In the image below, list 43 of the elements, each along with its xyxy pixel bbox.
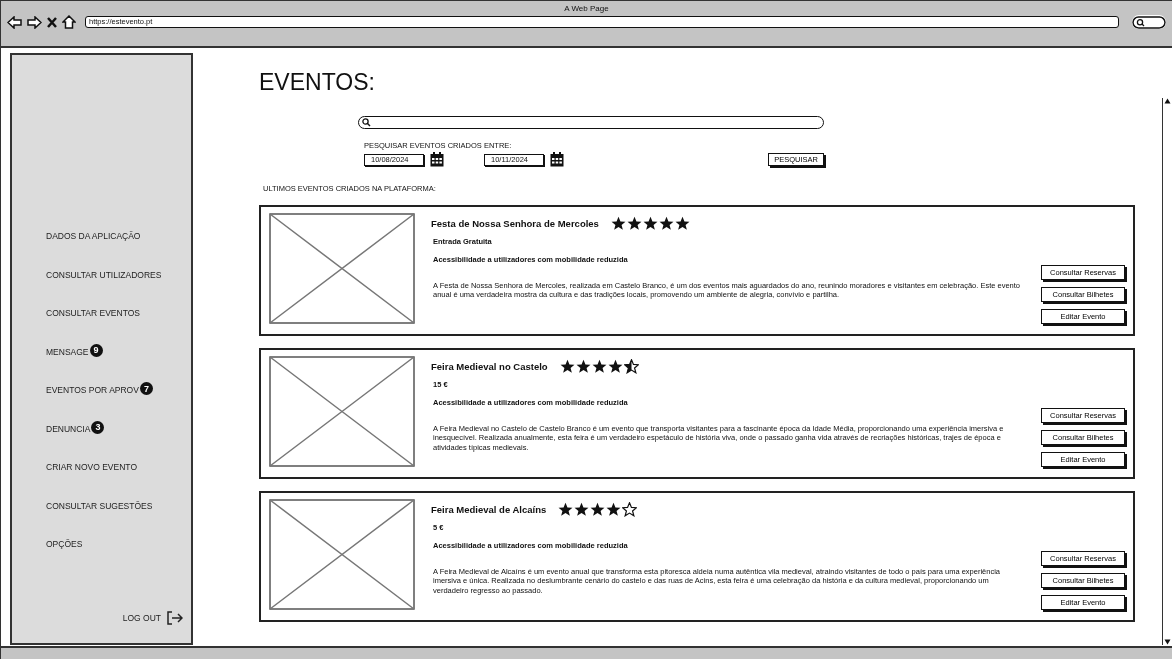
count-badge: 7 [139, 382, 153, 395]
sidebar-item[interactable]: OPÇÕES [46, 539, 83, 549]
page-heading: EVENTOS: [259, 71, 376, 94]
star-icon [591, 359, 607, 374]
sidebar-item[interactable]: CONSULTAR UTILIZADORES [46, 269, 162, 280]
star-icon [658, 216, 674, 231]
star-icon [574, 502, 590, 517]
window-title: A Web Page [564, 4, 609, 13]
star-icon [558, 502, 574, 517]
star-icon [610, 216, 626, 231]
star-icon [559, 359, 575, 374]
sidebar-item[interactable]: CONSULTAR EVENTOS [46, 308, 140, 318]
count-badge: 9 [89, 343, 103, 357]
star-icon [606, 502, 622, 517]
sidebar-item[interactable]: CONSULTAR SUGESTÕES [46, 500, 153, 511]
search-icon [362, 118, 371, 127]
sidebar-item[interactable]: DADOS DA APLICAÇÃO [46, 231, 141, 241]
star-icon [590, 502, 606, 517]
sidebar-item[interactable]: EVENTOS POR APROV [46, 385, 139, 395]
forward-icon[interactable] [27, 15, 42, 29]
close-icon[interactable] [47, 16, 57, 28]
star-icon [575, 359, 591, 374]
search-icon[interactable] [1132, 15, 1166, 29]
scroll-up-icon[interactable] [1164, 98, 1171, 104]
scrollbar[interactable] [1162, 98, 1172, 645]
sidebar-item[interactable]: DENUNCIA [46, 423, 91, 434]
star-icon [674, 216, 690, 231]
calendar-icon[interactable] [550, 152, 564, 167]
calendar-icon[interactable] [430, 152, 444, 167]
event-title: Feira Medieval no Castelo [431, 361, 548, 372]
back-icon[interactable] [7, 15, 22, 29]
count-badge: 3 [91, 420, 105, 434]
home-icon[interactable] [62, 15, 76, 29]
logout-icon [167, 611, 183, 625]
star-icon [642, 216, 658, 231]
logout-button[interactable]: LOG OUT [122, 611, 183, 625]
star-outline-icon [622, 502, 638, 517]
star-icon [626, 216, 642, 231]
sidebar-item[interactable]: CRIAR NOVO EVENTO [46, 462, 137, 472]
half-star-icon [623, 359, 639, 374]
sidebar-item[interactable]: MENSAGE [46, 346, 89, 357]
event-title: Feira Medieval de Alcaíns [431, 504, 547, 515]
event-title: Festa de Nossa Senhora de Mercoles [431, 218, 599, 229]
